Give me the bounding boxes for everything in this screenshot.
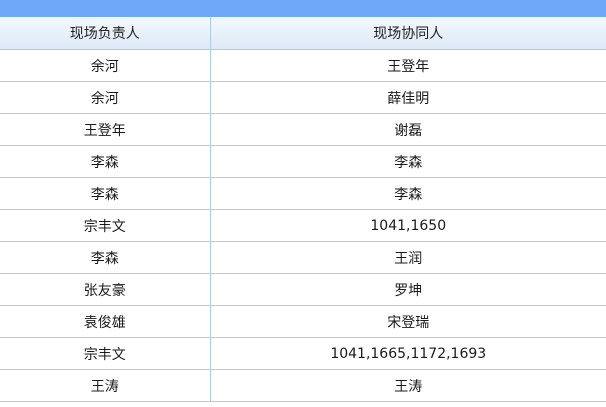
cell-site-manager: 宗丰文 bbox=[0, 337, 211, 370]
table-row[interactable]: 王登年 谢磊 bbox=[0, 113, 606, 146]
table-row[interactable]: 余河 薛佳明 bbox=[0, 81, 606, 114]
cell-site-collaborator: 1041,1650 bbox=[210, 209, 606, 242]
cell-site-collaborator: 王润 bbox=[210, 241, 606, 274]
cell-site-collaborator: 李森 bbox=[210, 177, 606, 210]
table-row[interactable]: 李森 李森 bbox=[0, 177, 606, 210]
column-header-site-collaborator[interactable]: 现场协同人 bbox=[210, 17, 606, 50]
table-row[interactable]: 宗丰文 1041,1650 bbox=[0, 209, 606, 242]
cell-site-manager: 余河 bbox=[0, 49, 211, 82]
table-row[interactable]: 袁俊雄 宋登瑞 bbox=[0, 305, 606, 338]
cell-site-manager: 王涛 bbox=[0, 369, 211, 402]
cell-site-manager: 李森 bbox=[0, 241, 211, 274]
cell-site-collaborator: 谢磊 bbox=[210, 113, 606, 146]
data-table: 现场负责人 现场协同人 余河 王登年 余河 薛佳明 王登年 谢磊 李森 李森 李 bbox=[0, 17, 606, 402]
table-row[interactable]: 张友豪 罗坤 bbox=[0, 273, 606, 306]
cell-site-collaborator: 1041,1665,1172,1693 bbox=[210, 337, 606, 370]
cell-site-collaborator: 王登年 bbox=[210, 49, 606, 82]
table-row[interactable]: 余河 王登年 bbox=[0, 49, 606, 82]
cell-site-manager: 李森 bbox=[0, 177, 211, 210]
cell-site-manager: 袁俊雄 bbox=[0, 305, 211, 338]
table-row[interactable]: 宗丰文 1041,1665,1172,1693 bbox=[0, 337, 606, 370]
cell-site-manager: 李森 bbox=[0, 145, 211, 178]
cell-site-collaborator: 罗坤 bbox=[210, 273, 606, 306]
cell-site-manager: 张友豪 bbox=[0, 273, 211, 306]
table-header-row: 现场负责人 现场协同人 bbox=[0, 17, 606, 50]
table-row[interactable]: 李森 李森 bbox=[0, 145, 606, 178]
cell-site-collaborator: 薛佳明 bbox=[210, 81, 606, 114]
table-row[interactable]: 李森 王润 bbox=[0, 241, 606, 274]
cell-site-collaborator: 宋登瑞 bbox=[210, 305, 606, 338]
cell-site-collaborator: 李森 bbox=[210, 145, 606, 178]
cell-site-collaborator: 王涛 bbox=[210, 369, 606, 402]
column-header-site-manager[interactable]: 现场负责人 bbox=[0, 17, 211, 50]
cell-site-manager: 王登年 bbox=[0, 113, 211, 146]
table-panel: 现场负责人 现场协同人 余河 王登年 余河 薛佳明 王登年 谢磊 李森 李森 李 bbox=[0, 0, 606, 407]
panel-top-bar bbox=[0, 0, 606, 17]
cell-site-manager: 宗丰文 bbox=[0, 209, 211, 242]
cell-site-manager: 余河 bbox=[0, 81, 211, 114]
table-row[interactable]: 王涛 王涛 bbox=[0, 369, 606, 402]
